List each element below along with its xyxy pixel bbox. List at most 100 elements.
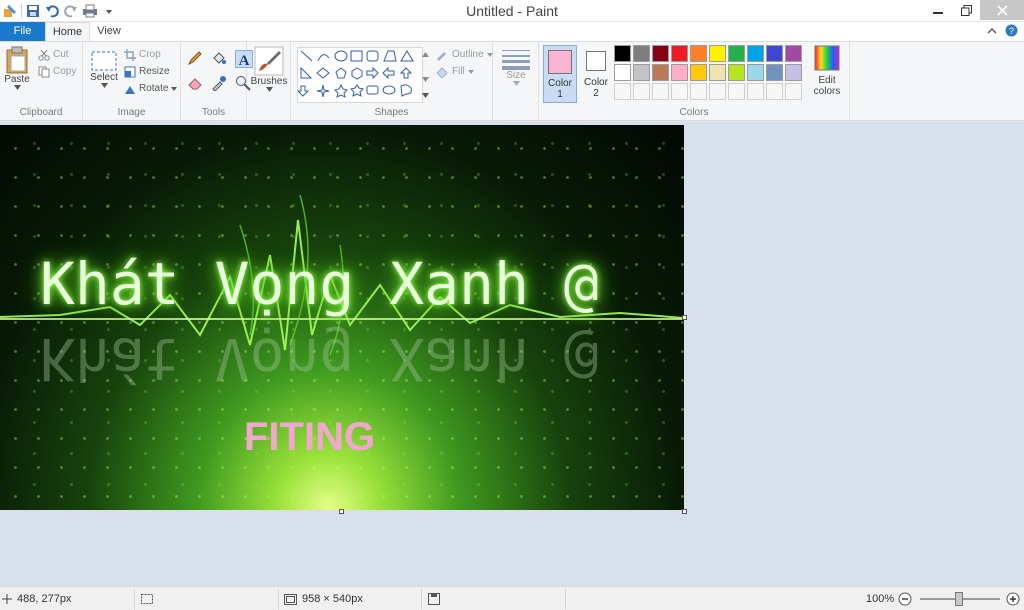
palette-swatch[interactable] (690, 45, 707, 62)
shapes-scroll[interactable] (421, 47, 430, 103)
palette-swatch[interactable] (614, 64, 631, 81)
palette-swatch[interactable] (690, 64, 707, 81)
palette-swatch[interactable] (785, 45, 802, 62)
custom-color-slot[interactable] (766, 83, 783, 100)
color-wheel-icon (814, 45, 840, 71)
select-button[interactable]: Select (87, 50, 121, 88)
brushes-dropdown-icon[interactable] (265, 87, 273, 92)
status-separator (134, 589, 135, 609)
palette-swatch[interactable] (766, 64, 783, 81)
custom-color-slot[interactable] (690, 83, 707, 100)
palette-swatch[interactable] (709, 64, 726, 81)
clipboard-group: Paste Cut Copy Clipboard (0, 42, 83, 120)
crosshair-icon (2, 594, 12, 604)
size-dropdown-icon[interactable] (512, 81, 520, 86)
palette-swatch[interactable] (614, 45, 631, 62)
colors-group-label: Colors (679, 107, 709, 118)
palette-swatch[interactable] (785, 64, 802, 81)
color1-label: Color (548, 78, 572, 89)
color2-button[interactable]: Color 2 (579, 45, 613, 103)
file-size (428, 587, 440, 610)
window-title: Untitled - Paint (466, 3, 558, 19)
palette-swatch[interactable] (728, 64, 745, 81)
rotate-label: Rotate (139, 83, 169, 94)
rotate-button[interactable]: Rotate (124, 80, 178, 97)
image-group: Select Crop Resize Rotate Image (83, 42, 181, 120)
resize-button[interactable]: Resize (124, 63, 177, 80)
color1-button[interactable]: Color 1 (543, 45, 577, 103)
save-icon[interactable] (25, 3, 41, 19)
palette-swatch[interactable] (633, 45, 650, 62)
palette-swatch[interactable] (747, 45, 764, 62)
custom-color-slot[interactable] (785, 83, 802, 100)
color1-number: 1 (557, 89, 563, 100)
custom-color-slot[interactable] (671, 83, 688, 100)
minimize-icon[interactable] (924, 0, 952, 20)
status-separator (278, 589, 279, 609)
close-icon[interactable] (980, 0, 1024, 20)
size-button[interactable]: Size (499, 48, 533, 86)
palette-swatch[interactable] (709, 45, 726, 62)
shapes-gallery[interactable] (296, 47, 423, 103)
outline-button[interactable]: Outline (435, 46, 493, 63)
resize-handle-corner[interactable] (682, 509, 687, 514)
palette-swatch[interactable] (671, 64, 688, 81)
palette-swatch[interactable] (652, 45, 669, 62)
palette-swatch[interactable] (766, 45, 783, 62)
canvas-workarea[interactable]: Khát Vọng Xanh @ Khát Vọng Xanh @ FITING (0, 122, 1024, 586)
palette-swatch[interactable] (633, 64, 650, 81)
custom-color-slot[interactable] (709, 83, 726, 100)
palette-swatch[interactable] (747, 64, 764, 81)
custom-color-slot[interactable] (652, 83, 669, 100)
ribbon: Paste Cut Copy Clipboard Select Crop Res… (0, 41, 1024, 121)
edit-colors-button[interactable]: Edit colors (810, 45, 844, 105)
zoom-in-icon (1006, 592, 1020, 606)
help-icon[interactable]: ? (1005, 24, 1018, 40)
pencil-icon[interactable] (187, 50, 205, 69)
resize-handle-right[interactable] (682, 315, 687, 320)
fill-button[interactable]: Fill (435, 63, 493, 80)
fill-bucket-icon[interactable] (211, 50, 229, 69)
collapse-ribbon-icon[interactable] (987, 26, 997, 38)
maximize-icon[interactable] (952, 0, 980, 20)
ribbon-right-controls: ? (987, 24, 1018, 40)
cut-button[interactable]: Cut (38, 46, 76, 63)
paste-dropdown-icon[interactable] (13, 85, 21, 90)
customize-qat-icon[interactable] (101, 3, 117, 19)
headline-text: Khát Vọng Xanh @ (40, 250, 599, 318)
fill-dropdown-icon[interactable] (467, 69, 474, 74)
paste-button[interactable]: Paste (3, 46, 31, 90)
rotate-dropdown-icon[interactable] (171, 86, 178, 91)
paint-app-icon[interactable] (2, 3, 18, 19)
palette-swatch[interactable] (671, 45, 688, 62)
palette-swatch[interactable] (652, 64, 669, 81)
tab-home[interactable]: Home (45, 22, 90, 42)
tab-file[interactable]: File (0, 22, 45, 41)
zoom-in-button[interactable] (1006, 587, 1020, 610)
resize-icon (124, 66, 136, 77)
custom-color-slot[interactable] (747, 83, 764, 100)
color-picker-icon[interactable] (211, 75, 229, 94)
brushes-button[interactable]: Brushes (251, 46, 287, 92)
cursor-position-value: 488, 277px (17, 593, 72, 605)
crop-label: Crop (139, 49, 161, 60)
image-canvas[interactable]: Khát Vọng Xanh @ Khát Vọng Xanh @ FITING (0, 125, 684, 510)
scissors-icon (38, 49, 50, 61)
custom-color-slot[interactable] (728, 83, 745, 100)
redo-icon[interactable] (63, 3, 79, 19)
custom-color-slot[interactable] (633, 83, 650, 100)
tab-view[interactable]: View (92, 22, 126, 41)
zoom-out-button[interactable] (898, 587, 912, 610)
print-icon[interactable] (82, 3, 98, 19)
undo-icon[interactable] (44, 3, 60, 19)
outline-dropdown-icon[interactable] (486, 52, 493, 57)
palette-swatch[interactable] (728, 45, 745, 62)
copy-button[interactable]: Copy (38, 63, 76, 80)
select-dropdown-icon[interactable] (100, 83, 108, 88)
resize-handle-bottom[interactable] (339, 509, 344, 514)
image-size-value: 958 × 540px (302, 593, 363, 605)
eraser-icon[interactable] (187, 75, 205, 94)
zoom-slider-thumb[interactable] (955, 592, 963, 606)
crop-button[interactable]: Crop (124, 46, 177, 63)
custom-color-slot[interactable] (614, 83, 631, 100)
